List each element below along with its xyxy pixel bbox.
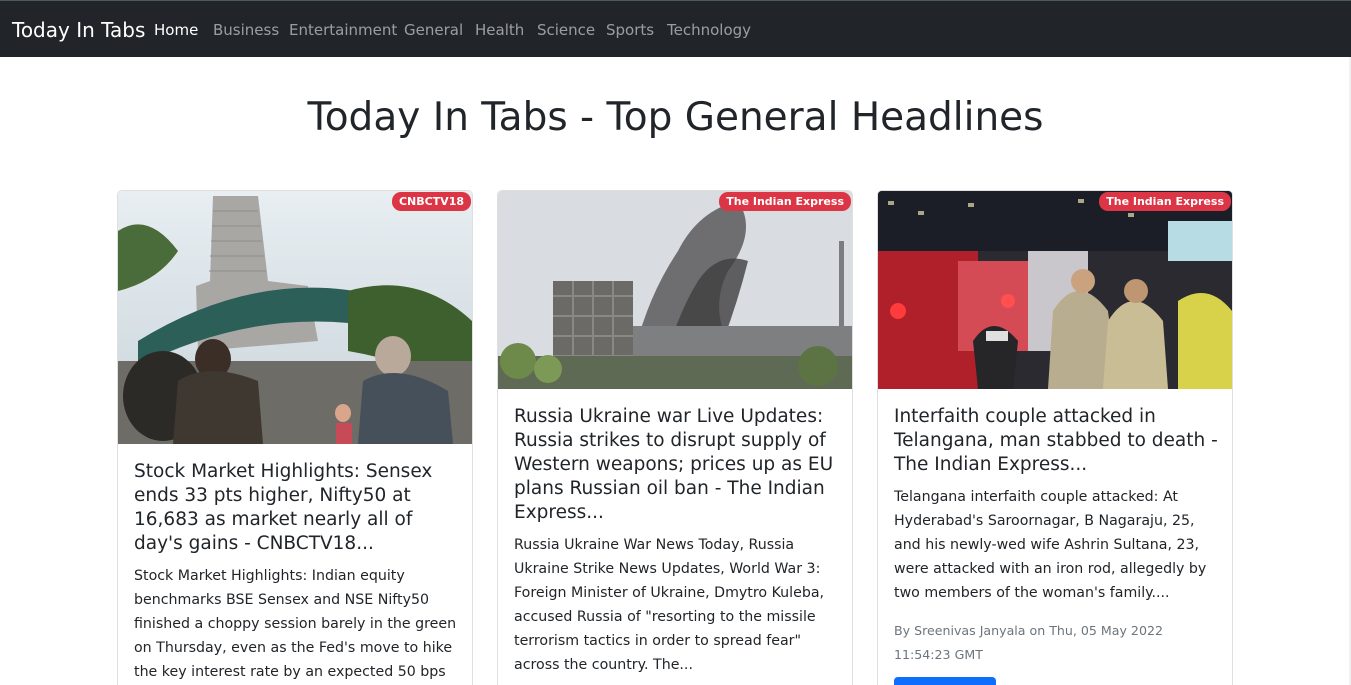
nav-link-home[interactable]: Home <box>154 21 198 39</box>
source-badge: The Indian Express <box>1099 192 1231 211</box>
article-title[interactable]: Stock Market Highlights: Sensex ends 33 … <box>134 460 458 556</box>
top-navbar: Today In Tabs Home Business Entertainmen… <box>0 0 1351 57</box>
page-title: Today In Tabs - Top General Headlines <box>307 95 1044 140</box>
nav-link-sports[interactable]: Sports <box>606 21 654 39</box>
article-description: Russia Ukraine War News Today, Russia Uk… <box>514 537 825 673</box>
brand-logo-text[interactable]: Today In Tabs <box>12 18 145 42</box>
stock-exchange-photo-icon[interactable] <box>118 191 472 444</box>
news-card: The Indian Express Russia Ukraine war Li… <box>497 190 853 685</box>
card-body: Interfaith couple attacked in Telangana,… <box>894 405 1218 685</box>
news-card: The Indian Express Interfaith couple att… <box>877 190 1233 685</box>
card-body: Russia Ukraine war Live Updates: Russia … <box>514 405 838 677</box>
card-body: Stock Market Highlights: Sensex ends 33 … <box>134 460 458 684</box>
nav-link-business[interactable]: Business <box>213 21 279 39</box>
nav-link-general[interactable]: General <box>404 21 463 39</box>
article-byline: By Sreenivas Janyala on Thu, 05 May 2022… <box>894 623 1163 662</box>
night-street-crowd-photo-icon[interactable] <box>878 191 1232 389</box>
source-badge: The Indian Express <box>719 192 851 211</box>
industrial-smoke-photo-icon[interactable] <box>498 191 852 389</box>
source-badge: CNBCTV18 <box>391 192 471 211</box>
nav-link-health[interactable]: Health <box>475 21 524 39</box>
nav-link-technology[interactable]: Technology <box>667 21 751 39</box>
article-title[interactable]: Interfaith couple attacked in Telangana,… <box>894 405 1218 477</box>
article-title[interactable]: Russia Ukraine war Live Updates: Russia … <box>514 405 838 525</box>
news-card: CNBCTV18 Stock Market Highlights: Sensex… <box>117 190 473 685</box>
article-description: Stock Market Highlights: Indian equity b… <box>134 568 457 680</box>
nav-link-science[interactable]: Science <box>537 21 595 39</box>
nav-link-entertainment[interactable]: Entertainment <box>289 21 397 39</box>
article-description: Telangana interfaith couple attacked: At… <box>894 489 1207 601</box>
read-more-button[interactable] <box>894 677 996 685</box>
